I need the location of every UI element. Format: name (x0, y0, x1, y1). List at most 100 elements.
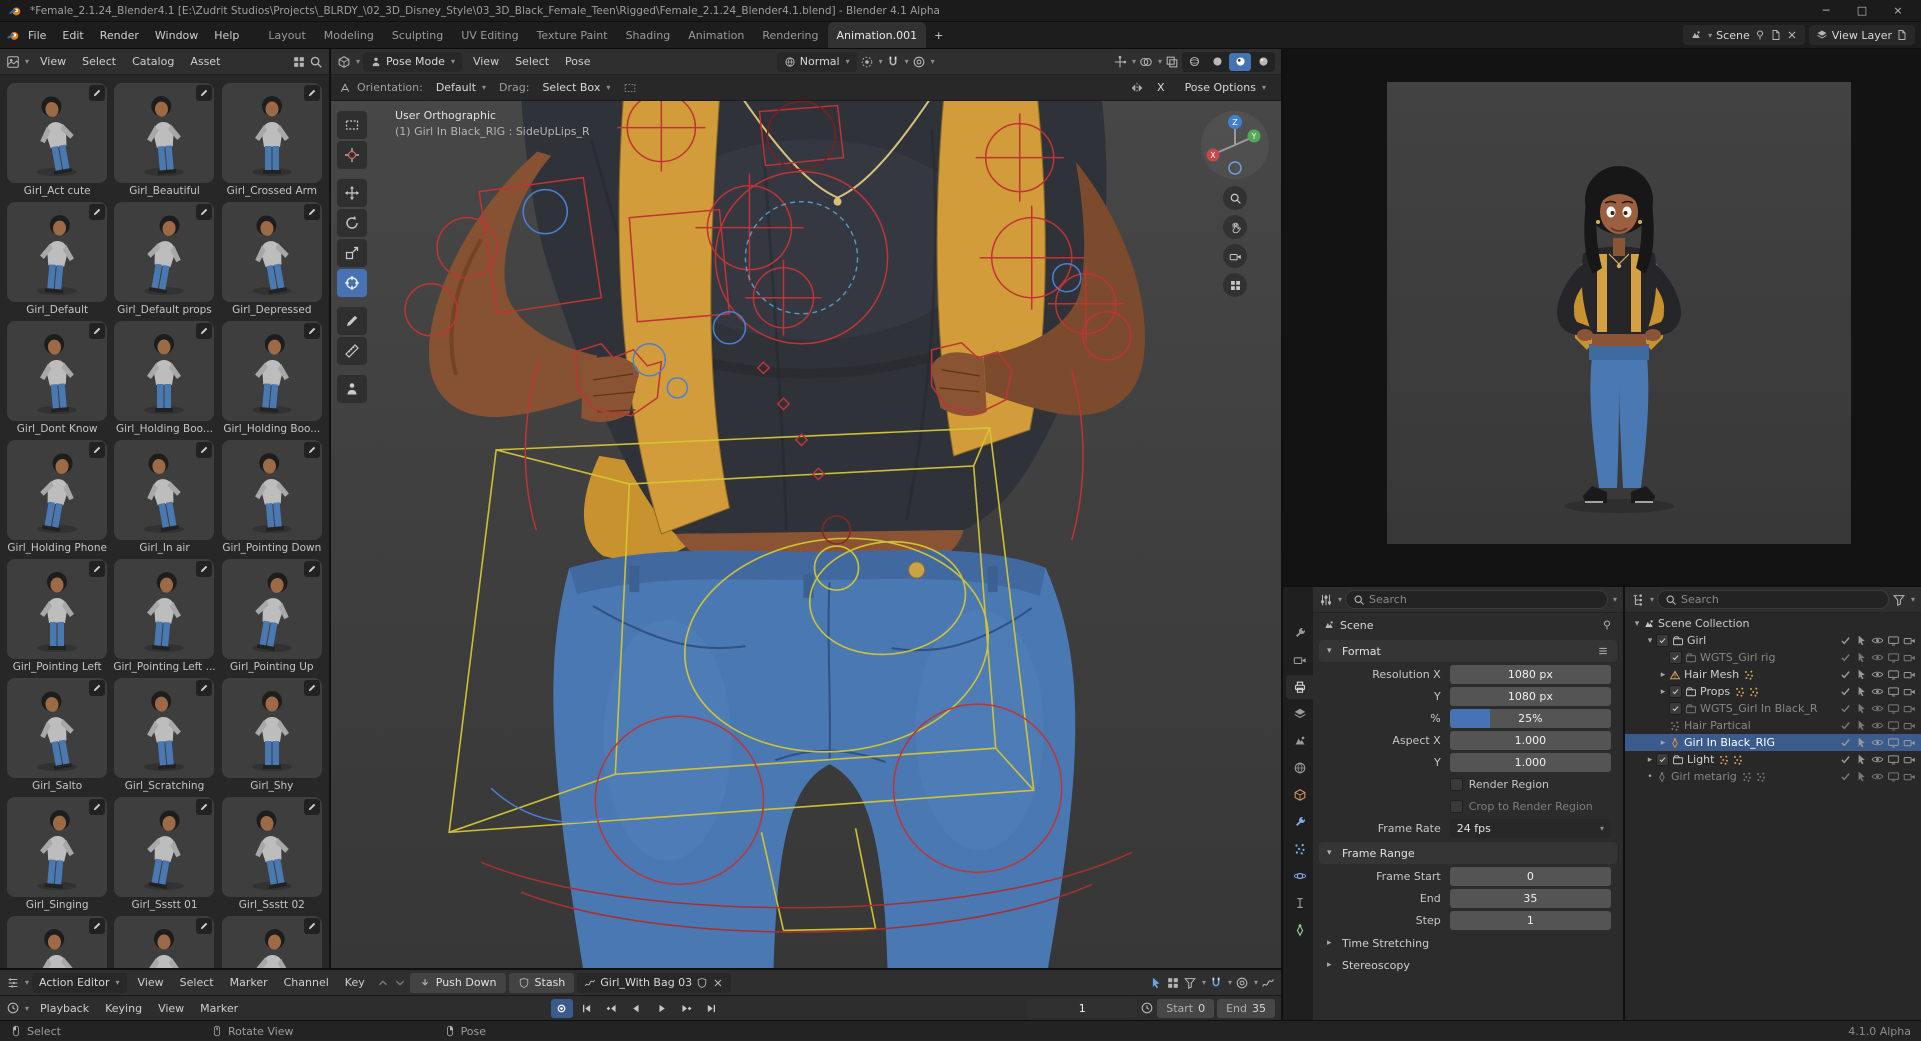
asset-menu-select[interactable]: Select (74, 53, 124, 70)
timeline-menu-keying[interactable]: Keying (97, 1000, 150, 1017)
menu-edit[interactable]: Edit (54, 27, 91, 44)
outliner-row-hair-partical[interactable]: Hair Partical (1625, 717, 1921, 734)
properties-tab-object[interactable] (1286, 783, 1313, 807)
disable-render-toggle-icon[interactable] (1903, 634, 1916, 647)
unlink-scene-icon[interactable] (1786, 29, 1798, 41)
disable-viewport-toggle-icon[interactable] (1887, 736, 1900, 749)
exclude-toggle-icon[interactable] (1839, 736, 1852, 749)
workspace-tab-animation[interactable]: Animation (679, 22, 753, 48)
edit-pose-icon[interactable] (196, 918, 212, 934)
asset-item-girl-act-cute[interactable]: Girl_Act cute (6, 83, 108, 198)
asset-item-girl-default[interactable]: Girl_Default (6, 202, 108, 317)
edit-pose-icon[interactable] (304, 918, 320, 934)
crop-render-region-checkbox[interactable]: Crop to Render Region (1450, 800, 1611, 813)
properties-tab-render[interactable] (1286, 648, 1313, 672)
minimize-button[interactable]: ─ (1815, 4, 1837, 17)
tool-rotate-button[interactable] (337, 209, 367, 237)
asset-thumbnail[interactable] (7, 559, 107, 659)
action-menu-channel[interactable]: Channel (276, 974, 337, 991)
proportional-edit-icon[interactable] (912, 55, 926, 69)
new-scene-icon[interactable] (1770, 29, 1782, 41)
timeline-editor-icon[interactable] (6, 1001, 20, 1015)
properties-tab-scene[interactable] (1286, 729, 1313, 753)
new-view-layer-icon[interactable] (1896, 29, 1908, 41)
hide-toggle-icon[interactable] (1871, 685, 1884, 698)
shading-rendered-button[interactable] (1252, 53, 1274, 71)
timeline-menu-playback[interactable]: Playback (32, 1000, 97, 1017)
properties-tab-constraints[interactable] (1286, 891, 1313, 915)
asset-thumbnail[interactable] (114, 797, 214, 897)
properties-tab-particles[interactable] (1286, 837, 1313, 861)
exclude-toggle-icon[interactable] (1839, 685, 1852, 698)
properties-tab-world[interactable] (1286, 756, 1313, 780)
outliner-row-props[interactable]: ▸Props (1625, 683, 1921, 700)
mode-selector[interactable]: Pose Mode▾ (363, 52, 462, 72)
hide-toggle-icon[interactable] (1871, 668, 1884, 681)
outliner-filter-icon[interactable] (1892, 593, 1906, 607)
edit-pose-icon[interactable] (196, 323, 212, 339)
move-channel-down-icon[interactable] (393, 976, 407, 990)
edit-pose-icon[interactable] (89, 204, 105, 220)
fake-user-icon[interactable] (696, 977, 708, 989)
mirror-x-toggle[interactable]: X (1150, 78, 1172, 98)
expand-icon[interactable]: ▸ (1657, 687, 1669, 697)
edit-pose-icon[interactable] (304, 799, 320, 815)
asset-item-girl-ssstt-02[interactable]: Girl_Ssstt 02 (221, 797, 323, 912)
asset-item-girl-in-air[interactable]: Girl_In air (113, 440, 215, 555)
viewport-editor-icon[interactable] (337, 55, 351, 69)
asset-item-item[interactable] (221, 916, 323, 968)
edit-pose-icon[interactable] (196, 85, 212, 101)
edit-pose-icon[interactable] (89, 85, 105, 101)
transform-orientation-dropdown[interactable]: Normal▾ (777, 52, 857, 72)
edit-pose-icon[interactable] (304, 85, 320, 101)
disable-viewport-toggle-icon[interactable] (1887, 668, 1900, 681)
pin-id-icon[interactable] (1601, 619, 1613, 631)
asset-thumbnail[interactable] (114, 202, 214, 302)
edit-pose-icon[interactable] (304, 442, 320, 458)
asset-thumbnail[interactable] (7, 321, 107, 421)
navigation-axis-gizmo[interactable]: Z X Y (1199, 109, 1271, 181)
close-button[interactable]: × (1887, 4, 1909, 17)
display-mode-icon[interactable] (292, 55, 306, 69)
asset-menu-view[interactable]: View (32, 53, 74, 70)
tool-measure-button[interactable] (337, 337, 367, 365)
show-gizmo-icon[interactable] (1113, 55, 1127, 69)
format-presets-icon[interactable] (1597, 645, 1609, 657)
camera-view-button[interactable] (1223, 244, 1247, 268)
asset-browser-editor-icon[interactable] (6, 55, 20, 69)
jump-to-start-button[interactable] (576, 999, 598, 1018)
stash-button[interactable]: Stash (509, 973, 575, 993)
disable-viewport-toggle-icon[interactable] (1887, 651, 1900, 664)
asset-item-girl-holding-boo[interactable]: Girl_Holding Boo... (221, 321, 323, 436)
asset-item-girl-pointing-left[interactable]: Girl_Pointing Left (6, 559, 108, 674)
edit-pose-icon[interactable] (196, 799, 212, 815)
disable-render-toggle-icon[interactable] (1903, 736, 1916, 749)
outliner-search-input[interactable] (1681, 593, 1881, 606)
frame-start-field[interactable]: 0 (1450, 867, 1611, 886)
shading-material-button[interactable] (1229, 53, 1251, 71)
disable-render-toggle-icon[interactable] (1903, 702, 1916, 715)
auto-keying-button[interactable] (551, 999, 573, 1018)
exclude-toggle-icon[interactable] (1839, 702, 1852, 715)
properties-tab-physics[interactable] (1286, 864, 1313, 888)
maximize-button[interactable]: □ (1851, 4, 1873, 17)
asset-thumbnail[interactable] (7, 440, 107, 540)
action-datablock[interactable]: Girl_With Bag 03 (577, 973, 731, 993)
asset-thumbnail[interactable] (114, 83, 214, 183)
drag-dropdown[interactable]: Select Box▾ (535, 78, 617, 98)
selectable-toggle-icon[interactable] (1855, 770, 1868, 783)
asset-item-item[interactable] (113, 916, 215, 968)
asset-item-girl-crossed-arm[interactable]: Girl_Crossed Arm (221, 83, 323, 198)
disable-viewport-toggle-icon[interactable] (1887, 719, 1900, 732)
disable-viewport-toggle-icon[interactable] (1887, 770, 1900, 783)
selectable-toggle-icon[interactable] (1855, 685, 1868, 698)
exclude-toggle-icon[interactable] (1839, 634, 1852, 647)
edit-pose-icon[interactable] (89, 442, 105, 458)
outliner-row-hair-mesh[interactable]: ▸Hair Mesh (1625, 666, 1921, 683)
disable-viewport-toggle-icon[interactable] (1887, 753, 1900, 766)
outliner-editor-icon[interactable] (1631, 593, 1645, 607)
menu-window[interactable]: Window (147, 27, 206, 44)
asset-item-girl-pointing-up[interactable]: Girl_Pointing Up (221, 559, 323, 674)
action-menu-view[interactable]: View (130, 974, 172, 991)
camera-preview-region[interactable] (1283, 49, 1921, 585)
